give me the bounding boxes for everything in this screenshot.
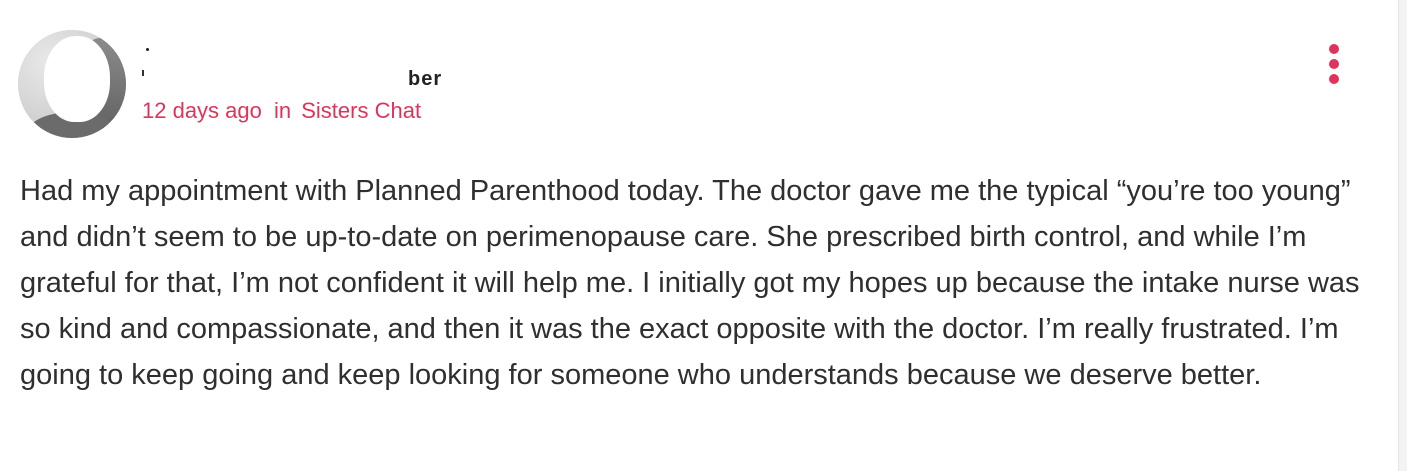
redaction-artifact (142, 70, 144, 76)
vertical-ellipsis-icon (1329, 59, 1339, 69)
more-options-button[interactable] (1322, 42, 1346, 86)
post-timestamp: 12 days ago (142, 98, 262, 123)
redaction-artifact (146, 48, 149, 51)
post-meta: 12 days ago in Sisters Chat (142, 98, 421, 124)
post-card: ber 12 days ago in Sisters Chat Had my a… (0, 0, 1399, 471)
group-link[interactable]: Sisters Chat (301, 98, 421, 123)
author-name-redacted[interactable]: ber (142, 44, 441, 90)
author-avatar[interactable] (18, 30, 126, 138)
author-name-fragment: ber (408, 68, 443, 90)
post-in-label: in (274, 98, 292, 123)
vertical-ellipsis-icon (1329, 44, 1339, 54)
vertical-ellipsis-icon (1329, 74, 1339, 84)
avatar-redaction (44, 36, 110, 122)
post-body: Had my appointment with Planned Parentho… (20, 175, 1360, 391)
